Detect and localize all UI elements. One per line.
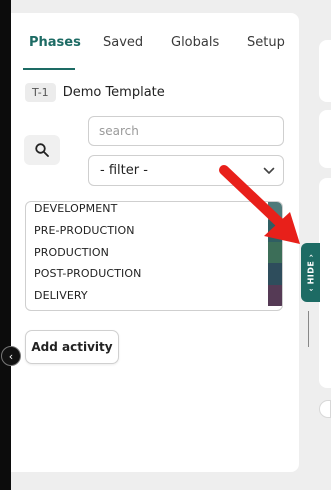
right-panel-card bbox=[319, 40, 331, 102]
tab-saved[interactable]: Saved bbox=[103, 35, 143, 50]
phase-label: PRE-PRODUCTION bbox=[34, 224, 135, 237]
filter-select[interactable]: - filter - bbox=[88, 155, 284, 186]
phase-color-swatch bbox=[268, 202, 282, 220]
add-activity-button[interactable]: Add activity bbox=[25, 330, 119, 364]
phase-label: DELIVERY bbox=[34, 288, 88, 302]
template-header: T-1 Demo Template bbox=[25, 83, 165, 102]
phase-list[interactable]: DEVELOPMENT PRE-PRODUCTION PRODUCTION PO… bbox=[25, 201, 283, 311]
phase-item-delivery[interactable]: DELIVERY bbox=[26, 284, 282, 306]
tab-setup[interactable]: Setup bbox=[247, 35, 285, 50]
filter-selected-value: - filter - bbox=[100, 163, 148, 178]
tab-phases[interactable]: Phases bbox=[29, 35, 81, 50]
search-input[interactable] bbox=[88, 116, 284, 146]
hide-label: HIDE bbox=[306, 260, 315, 285]
chevron-left-icon: ‹ bbox=[306, 287, 315, 292]
phase-color-swatch bbox=[268, 220, 282, 242]
chevron-right-icon: › bbox=[306, 253, 315, 258]
phase-label: DEVELOPMENT bbox=[34, 202, 118, 215]
phase-item-post-production[interactable]: POST-PRODUCTION bbox=[26, 263, 282, 285]
left-edge-strip bbox=[0, 0, 11, 490]
phase-color-swatch bbox=[268, 284, 282, 306]
active-tab-indicator bbox=[23, 68, 75, 70]
chevron-down-icon bbox=[263, 167, 275, 174]
resize-handle[interactable] bbox=[308, 311, 309, 347]
phase-item-production[interactable]: PRODUCTION bbox=[26, 241, 282, 263]
collapse-left-button[interactable]: ‹ bbox=[1, 346, 21, 366]
chevron-left-icon: ‹ bbox=[8, 349, 14, 363]
phase-color-swatch bbox=[268, 241, 282, 263]
template-code-badge: T-1 bbox=[25, 83, 56, 102]
phase-item-pre-production[interactable]: PRE-PRODUCTION bbox=[26, 220, 282, 242]
phase-item-development[interactable]: DEVELOPMENT bbox=[26, 202, 282, 220]
side-panel: Phases Saved Globals Setup T-1 Demo Temp… bbox=[11, 13, 299, 472]
search-icon bbox=[35, 143, 49, 157]
phase-label: POST-PRODUCTION bbox=[34, 267, 142, 280]
hide-panel-button[interactable]: ‹ HIDE › bbox=[301, 243, 320, 302]
right-panel-card bbox=[319, 110, 331, 168]
template-name: Demo Template bbox=[62, 85, 165, 100]
tab-globals[interactable]: Globals bbox=[171, 35, 219, 50]
tab-bar: Phases Saved Globals Setup bbox=[11, 13, 299, 70]
right-panel-pill[interactable] bbox=[319, 400, 331, 418]
phase-label: PRODUCTION bbox=[34, 245, 109, 259]
search-button[interactable] bbox=[24, 135, 60, 165]
right-panel-card bbox=[319, 178, 331, 388]
phase-color-swatch bbox=[268, 263, 282, 285]
